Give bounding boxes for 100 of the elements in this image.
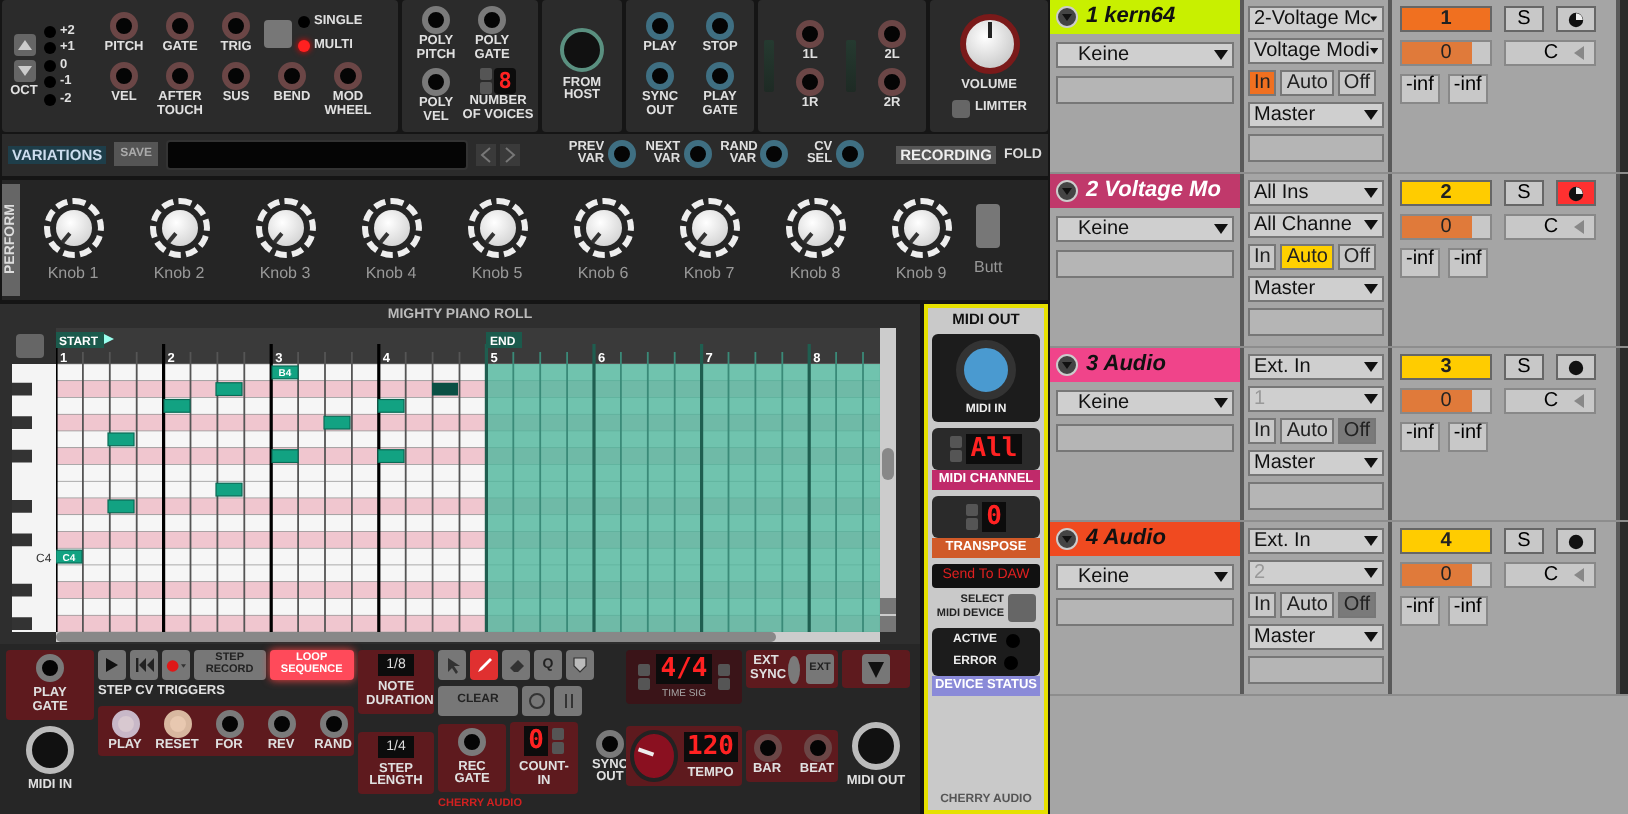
knob[interactable] [149, 198, 209, 259]
input-type-dropdown[interactable]: Keine [1056, 42, 1234, 68]
patch-jack[interactable] [646, 12, 674, 41]
dropdown-button[interactable] [862, 654, 890, 684]
select-device-button[interactable] [1008, 593, 1036, 621]
input-field[interactable] [1248, 482, 1384, 510]
start-marker[interactable] [56, 332, 114, 348]
monitor-button[interactable]: In [1248, 592, 1277, 618]
monitor-button[interactable]: Off [1337, 244, 1377, 270]
channel-dropdown[interactable]: All Channe [1248, 212, 1384, 238]
patch-jack[interactable] [646, 61, 674, 90]
patch-jack[interactable] [760, 140, 789, 169]
input-field[interactable] [1248, 308, 1384, 336]
monitor-button[interactable]: Auto [1280, 592, 1334, 618]
input-field[interactable] [1056, 250, 1234, 278]
monitor-button[interactable]: Off [1337, 592, 1377, 618]
down-button[interactable] [966, 517, 979, 529]
patch-jack[interactable] [163, 709, 191, 737]
tool-button[interactable] [470, 650, 498, 680]
note-block[interactable] [163, 398, 191, 413]
mode-switch[interactable] [264, 20, 292, 49]
arm-button[interactable] [1556, 180, 1596, 206]
input-type-dropdown[interactable]: Keine [1056, 564, 1234, 590]
scrollbar-thumb[interactable] [56, 632, 776, 642]
patch-jack[interactable] [478, 5, 506, 34]
up-button[interactable] [950, 435, 963, 447]
arm-button[interactable] [1556, 354, 1596, 380]
play-button[interactable] [98, 650, 126, 680]
previous-button[interactable] [476, 143, 497, 166]
track-number-button[interactable]: 1 [1400, 6, 1492, 32]
midi-socket[interactable] [560, 27, 604, 72]
input-field[interactable] [1248, 656, 1384, 684]
input-field[interactable] [1056, 424, 1234, 452]
monitor-button[interactable]: Off [1337, 418, 1377, 444]
next-button[interactable] [500, 143, 521, 166]
output-dropdown[interactable]: Master [1248, 276, 1384, 302]
input-dropdown[interactable]: 2-Voltage Mc [1248, 6, 1384, 32]
track-header[interactable]: 4 Audio [1050, 522, 1240, 556]
knob[interactable] [467, 198, 527, 259]
midi-socket[interactable] [852, 722, 900, 770]
input-type-dropdown[interactable]: Keine [1056, 216, 1234, 242]
note-block[interactable] [271, 449, 299, 464]
monitor-button[interactable]: Auto [1280, 70, 1334, 96]
patch-jack[interactable] [706, 12, 734, 41]
patch-jack[interactable] [267, 709, 295, 737]
down-button[interactable] [950, 449, 963, 461]
monitor-button[interactable]: In [1248, 244, 1277, 270]
monitor-button[interactable]: Auto [1280, 244, 1334, 270]
input-dropdown[interactable]: Ext. In [1248, 528, 1384, 554]
knob[interactable] [255, 198, 315, 259]
patch-jack[interactable] [422, 68, 450, 97]
up-button[interactable] [717, 664, 730, 676]
knob[interactable] [679, 198, 739, 259]
knob[interactable] [573, 198, 633, 259]
tool-button[interactable] [554, 686, 582, 716]
tool-button[interactable] [566, 650, 594, 680]
volume-slider[interactable]: 0 [1400, 388, 1492, 414]
limiter-checkbox[interactable] [951, 99, 969, 118]
patch-jack[interactable] [596, 729, 624, 757]
solo-button[interactable]: S [1504, 6, 1544, 32]
pan-control[interactable]: C [1504, 214, 1596, 240]
input-field[interactable] [1248, 134, 1384, 162]
volume-knob[interactable] [959, 14, 1019, 75]
fold-toggle-icon[interactable] [1056, 528, 1078, 550]
track-number-button[interactable]: 4 [1400, 528, 1492, 554]
patch-jack[interactable] [215, 709, 243, 737]
solo-button[interactable]: S [1504, 528, 1544, 554]
track-header[interactable]: 3 Audio [1050, 348, 1240, 382]
track-number-button[interactable]: 2 [1400, 180, 1492, 206]
volume-slider[interactable]: 0 [1400, 40, 1492, 66]
note-block[interactable] [377, 449, 405, 464]
input-dropdown[interactable]: Ext. In [1248, 354, 1384, 380]
end-marker[interactable] [486, 332, 522, 348]
input-field[interactable] [1056, 76, 1234, 104]
input-dropdown[interactable]: All Ins [1248, 180, 1384, 206]
output-dropdown[interactable]: Master [1248, 450, 1384, 476]
knob[interactable] [891, 198, 951, 259]
patch-jack[interactable] [458, 727, 486, 755]
patch-jack[interactable] [706, 61, 734, 90]
monitor-button[interactable]: In [1248, 70, 1277, 96]
fold-toggle-icon[interactable] [1056, 180, 1078, 202]
output-dropdown[interactable]: Master [1248, 624, 1384, 650]
track-header[interactable]: 1 kern64 [1050, 0, 1240, 34]
monitor-button[interactable]: Off [1337, 70, 1377, 96]
variation-name-field[interactable] [166, 139, 469, 170]
down-button[interactable] [638, 678, 651, 690]
patch-jack[interactable] [608, 140, 637, 169]
button-stub[interactable] [976, 204, 1001, 249]
octave-down-button[interactable] [13, 59, 35, 82]
scrollbar-thumb[interactable] [882, 448, 894, 480]
track-header[interactable]: 2 Voltage Mo [1050, 174, 1240, 208]
pan-control[interactable]: C [1504, 388, 1596, 414]
input-type-dropdown[interactable]: Keine [1056, 390, 1234, 416]
knob[interactable] [785, 198, 845, 259]
knob[interactable] [361, 198, 421, 259]
patch-jack[interactable] [36, 654, 64, 682]
octave-up-button[interactable] [13, 33, 35, 56]
monitor-button[interactable]: Auto [1280, 418, 1334, 444]
input-field[interactable] [1056, 598, 1234, 626]
pan-control[interactable]: C [1504, 40, 1596, 66]
